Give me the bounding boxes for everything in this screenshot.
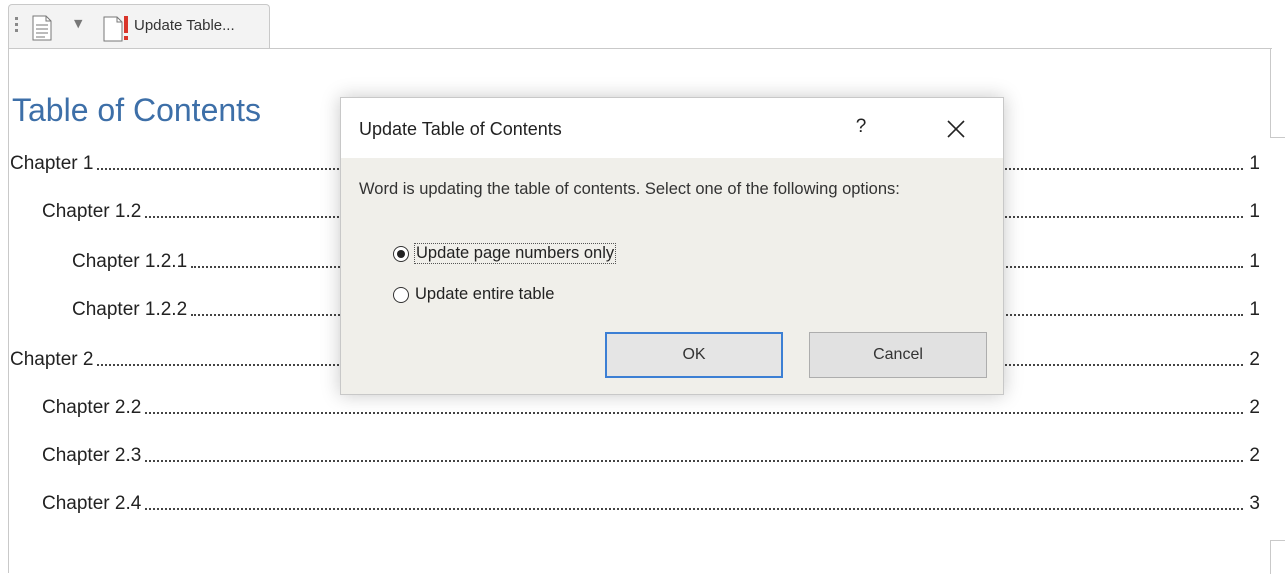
toc-page-number: 1 [1249,201,1260,222]
radio-unselected-icon[interactable] [393,286,409,303]
ok-button[interactable]: OK [605,332,783,378]
toc-entry-text: Chapter 2 [10,349,94,370]
toc-page-number: 1 [1249,299,1260,320]
option-label: Update entire table [415,285,555,303]
toc-page-number: 2 [1249,397,1260,418]
toc-entry-text: Chapter 1.2.1 [72,251,188,272]
toc-leader [145,508,1244,510]
help-button[interactable]: ? [846,112,876,142]
option-page-numbers-only[interactable]: Update page numbers only [393,243,617,264]
frame-edge [1270,540,1285,541]
toc-entry-text: Chapter 2.3 [42,445,142,466]
toc-page-number: 3 [1249,493,1260,514]
toc-entry-text: Chapter 2.4 [42,493,142,514]
update-table-button[interactable]: Update Table... [134,17,235,34]
content-control-tab: ▼ Update Table... [8,4,270,48]
close-icon [947,120,965,138]
toc-entry-text: Chapter 1.2 [42,201,142,222]
update-document-icon[interactable] [102,13,132,43]
dialog-message: Word is updating the table of contents. … [359,180,900,198]
frame-edge [1270,137,1285,138]
drag-handle-icon[interactable] [15,17,19,37]
toc-entry-text: Chapter 2.2 [42,397,142,418]
toc-entry-text: Chapter 1 [10,153,94,174]
toc-page-number: 2 [1249,445,1260,466]
toc-title: Table of Contents [12,92,262,128]
option-entire-table[interactable]: Update entire table [393,285,554,304]
update-toc-dialog: Update Table of Contents ? Word is updat… [340,97,1004,395]
radio-selected-icon[interactable] [393,245,409,262]
cancel-button[interactable]: Cancel [809,332,987,378]
toc-entry-text: Chapter 1.2.2 [72,299,188,320]
toc-entry[interactable]: Chapter 2.2 2 [42,394,1260,422]
toc-leader [145,460,1244,462]
dialog-title: Update Table of Contents [359,119,562,139]
toc-entry[interactable]: Chapter 2.4 3 [42,490,1260,518]
frame-edge [1270,540,1271,574]
toc-leader [145,412,1244,414]
chevron-down-icon[interactable]: ▼ [74,17,82,30]
toc-document-icon[interactable] [31,15,53,41]
frame-edge [1270,48,1271,138]
toc-entry[interactable]: Chapter 2.3 2 [42,442,1260,470]
option-label: Update page numbers only [413,243,617,264]
toc-page-number: 2 [1249,349,1260,370]
toc-page-number: 1 [1249,251,1260,272]
close-button[interactable] [939,112,973,146]
toc-page-number: 1 [1249,153,1260,174]
